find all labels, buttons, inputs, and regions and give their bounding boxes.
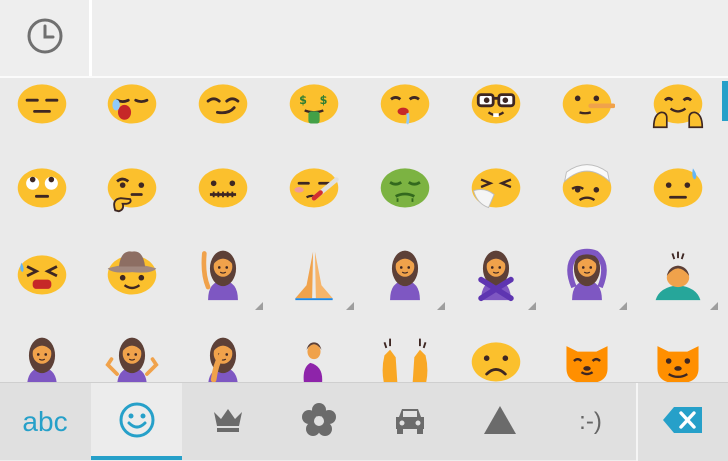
skin-tone-variant-indicator [346, 302, 354, 310]
emoji-category-bar: abc:-) [0, 382, 728, 461]
flower-icon [301, 402, 337, 442]
scroll-indicator[interactable] [722, 81, 728, 121]
emoji-drooling-face[interactable] [375, 78, 435, 133]
drooling-face-icon [377, 78, 433, 131]
grinning-cat-face-icon [650, 333, 706, 382]
skin-tone-variant-indicator [255, 302, 263, 310]
emoji-person-gesturing-no[interactable] [466, 244, 536, 310]
abc-label: abc [22, 406, 68, 437]
tired-face-icon [14, 246, 70, 302]
triangle-icon [483, 405, 517, 439]
tab-objects[interactable] [182, 383, 273, 461]
nerd-face-icon [468, 78, 524, 131]
emoji-hugging-face[interactable] [648, 78, 708, 133]
person-shrugging-icon [104, 333, 160, 382]
person-facepalming-icon [195, 333, 251, 382]
emoji-person-gesturing-ok[interactable] [557, 244, 627, 310]
tab-symbols[interactable] [455, 383, 545, 461]
emoji-frowning-face[interactable] [466, 331, 526, 382]
thinking-face-icon [104, 159, 160, 215]
clock-icon [25, 16, 65, 60]
tab-smileys[interactable] [91, 383, 182, 461]
raising-hands-icon [377, 333, 433, 382]
emoji-person-frowning[interactable] [375, 244, 445, 310]
person-gesturing-ok-icon [559, 246, 615, 302]
person-raising-hand-icon [195, 246, 251, 302]
emoji-sneezing-face[interactable] [466, 157, 526, 217]
emoji-person-bowing[interactable] [648, 244, 718, 310]
emoji-raising-hands[interactable] [375, 331, 435, 382]
emoji-folded-hands[interactable] [284, 244, 354, 310]
car-icon [392, 405, 428, 439]
cold-sweat-face-icon [650, 159, 706, 215]
emoji-person-facepalming[interactable] [193, 331, 253, 382]
tab-emoticons[interactable]: :-) [545, 383, 636, 461]
emoji-grinning-cat-face[interactable] [648, 331, 708, 382]
emoji-pregnant-woman[interactable] [284, 331, 344, 382]
selected-tab-indicator [91, 456, 182, 460]
emoji-person-standing[interactable] [12, 331, 72, 382]
emoji-cowboy-hat-face[interactable] [102, 244, 162, 304]
tab-places[interactable] [364, 383, 455, 461]
rolling-eyes-face-icon [14, 159, 70, 215]
emoji-expressionless-face[interactable] [12, 78, 72, 133]
pregnant-woman-icon [286, 333, 342, 382]
emoji-person-shrugging[interactable] [102, 331, 162, 382]
emoji-tired-face[interactable] [12, 244, 72, 304]
person-gesturing-no-icon [468, 246, 524, 302]
emoji-nerd-face[interactable] [466, 78, 526, 133]
emoji-money-mouth-face[interactable]: $ $ [284, 78, 344, 133]
emoji-thinking-face[interactable] [102, 157, 162, 217]
crown-icon [212, 406, 244, 438]
recent-emoji-tab[interactable] [0, 0, 89, 76]
folded-hands-icon [286, 246, 342, 302]
emoji-person-raising-hand[interactable] [193, 244, 263, 310]
svg-text:$: $ [320, 94, 328, 107]
frowning-face-icon [468, 333, 524, 382]
emoji-sleepy-face[interactable] [102, 78, 162, 133]
emoji-face-with-cold-sweat[interactable] [648, 157, 708, 217]
emoji-lying-face[interactable] [557, 78, 617, 133]
skin-tone-variant-indicator [437, 302, 445, 310]
lying-face-icon [559, 78, 615, 131]
emoji-face-rolling-eyes[interactable] [12, 157, 72, 217]
emoji-face-with-head-bandage[interactable] [557, 157, 617, 217]
sleepy-face-icon [104, 78, 160, 131]
smiley-icon [117, 400, 157, 444]
svg-text:$: $ [299, 94, 307, 107]
backspace-icon [662, 405, 704, 439]
hugging-face-icon [650, 78, 706, 131]
nauseated-face-icon [377, 159, 433, 215]
thermometer-face-icon [286, 159, 342, 215]
emoji-grid[interactable]: $ $ [0, 78, 728, 382]
sneezing-face-icon [468, 159, 524, 215]
money-mouth-face-icon: $ $ [286, 78, 342, 131]
top-bar [0, 0, 728, 76]
skin-tone-variant-indicator [619, 302, 627, 310]
tab-abc[interactable]: abc [0, 383, 90, 461]
smirking-face-icon [195, 78, 251, 131]
emoji-zipper-mouth-face[interactable] [193, 157, 253, 217]
skin-tone-variant-indicator [528, 302, 536, 310]
smiling-cat-face-icon [559, 333, 615, 382]
person-standing-icon [14, 333, 70, 382]
person-frowning-icon [377, 246, 433, 302]
emoji-nauseated-face[interactable] [375, 157, 435, 217]
top-divider [89, 0, 92, 76]
emoji-smiling-cat-face[interactable] [557, 331, 617, 382]
expressionless-face-icon [14, 78, 70, 131]
emoji-smirking-face[interactable] [193, 78, 253, 133]
delete-button[interactable] [636, 383, 728, 461]
emoticon-label: :-) [579, 408, 602, 435]
cowboy-hat-face-icon [104, 246, 160, 302]
skin-tone-variant-indicator [710, 302, 718, 310]
emoji-face-with-thermometer[interactable] [284, 157, 344, 217]
head-bandage-face-icon [559, 159, 615, 215]
zipper-mouth-face-icon [195, 159, 251, 215]
person-bowing-icon [650, 246, 706, 302]
tab-nature[interactable] [273, 383, 364, 461]
